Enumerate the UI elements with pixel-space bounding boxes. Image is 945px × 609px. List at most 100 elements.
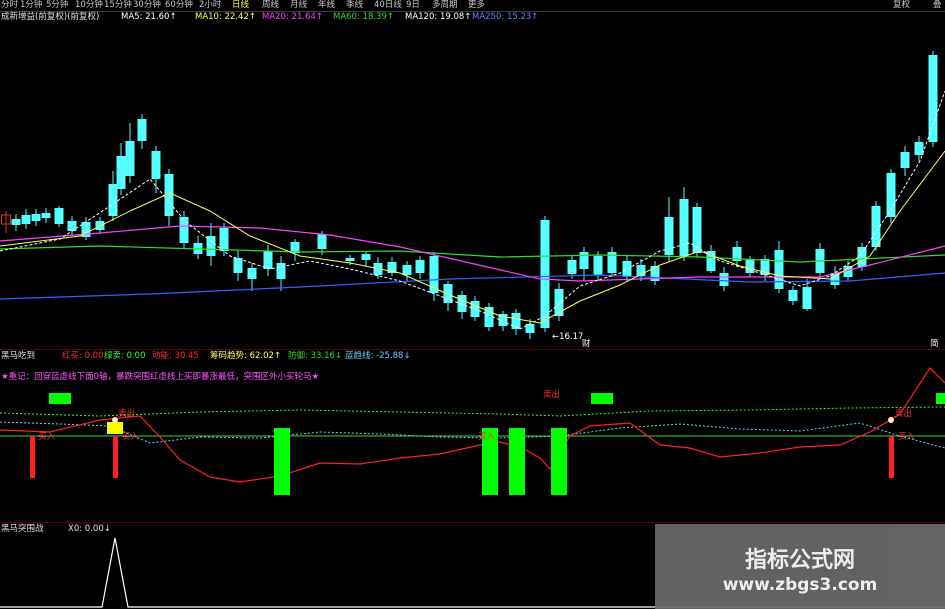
indicator-name: 黑马吃到 — [1, 351, 36, 361]
candle-body — [116, 156, 126, 189]
buy-tag: 买入 — [478, 432, 496, 442]
period-tab[interactable]: 更多 — [468, 0, 485, 11]
period-tab[interactable]: 30分钟 — [133, 0, 161, 11]
momentum-value: 动能: 30.45 — [152, 351, 199, 361]
candle-body — [802, 287, 812, 309]
candle-body — [125, 141, 135, 176]
buy-tag: 买入 — [38, 432, 56, 442]
red-buy-value: 红买: 0.00 — [62, 351, 104, 361]
indicator-panel[interactable]: 黑马吃到 红买: 0.00 绿卖: 0.00 动能: 30.45 筹码趋势: 6… — [0, 350, 945, 523]
period-tab[interactable]: 5分钟 — [46, 0, 68, 11]
candle-body — [415, 260, 425, 273]
defense-line — [0, 406, 945, 417]
candle-body — [11, 219, 21, 225]
blue-trend-line — [0, 421, 945, 449]
candle-body — [692, 207, 702, 253]
sell-signal-box — [591, 393, 613, 404]
period-tab[interactable]: 60分钟 — [165, 0, 193, 11]
restore-rights-button[interactable]: 复权 — [893, 0, 910, 11]
site-watermark: 指标公式网 www.zbgs3.com — [655, 524, 945, 609]
candle-body — [886, 173, 896, 217]
brief-tag: 简 — [930, 339, 939, 349]
candle-body — [788, 290, 798, 301]
indicator-note: ★重记：回穿蓝虚线下面0轴，暴跌突围红虚线上买即暴涨最低，突围区外小买轮马★ — [1, 372, 320, 382]
ma60-line — [0, 245, 945, 263]
period-tab[interactable]: 多周期 — [432, 0, 458, 11]
ma250-legend: MA250: 15.23↑ — [472, 12, 539, 22]
candle-body — [31, 214, 41, 221]
ma60-legend: MA60: 18.39↑ — [333, 12, 394, 22]
period-tab[interactable]: 分时 — [1, 0, 18, 11]
period-tab[interactable]: 日线 — [232, 0, 249, 11]
candle-body — [137, 119, 147, 141]
period-tab[interactable]: 周线 — [262, 0, 279, 11]
ma5-legend: MA5: 21.60↑ — [121, 12, 177, 22]
sell-signal-box — [936, 393, 945, 404]
period-tab[interactable]: 月线 — [290, 0, 307, 11]
candle-body — [21, 215, 31, 224]
period-tab[interactable]: 9日 — [406, 0, 420, 11]
candle-body — [745, 260, 755, 273]
candle-body — [402, 265, 412, 275]
candle-body — [914, 142, 924, 155]
period-tab[interactable]: 40日线 — [374, 0, 402, 11]
candle-body — [457, 295, 467, 312]
signal-dot — [888, 417, 894, 423]
candle-body — [179, 217, 189, 243]
candle-body — [247, 268, 257, 279]
candle-body — [233, 258, 243, 273]
sell-tag: 卖出 — [118, 409, 136, 419]
candle-body — [579, 252, 589, 269]
candle-body — [622, 261, 632, 277]
candle-body — [928, 55, 938, 142]
candlestick-panel[interactable]: 成新增益(前复权)(前复权) MA5: 21.60↑ MA10: 22.42↑ … — [0, 11, 945, 350]
period-tab[interactable]: 2小时 — [199, 0, 221, 11]
blue-line-value: 蓝趋线: -25.88↓ — [345, 351, 411, 361]
green-bar — [509, 428, 525, 495]
green-sell-value: 绿卖: 0.00 — [104, 351, 146, 361]
buy-tag: 买入 — [122, 432, 140, 442]
overlay-button[interactable]: 叠 — [933, 0, 942, 11]
candle-body — [108, 184, 118, 216]
candle-body — [361, 254, 371, 260]
sub-indicator-name: 黑马突围战 — [1, 524, 44, 534]
candle-body — [719, 273, 729, 286]
buy-tag: 买入 — [898, 432, 916, 442]
candle-body — [593, 256, 603, 275]
ma20-line — [0, 225, 945, 282]
candle-body — [774, 250, 784, 289]
watermark-url: www.zbgs3.com — [722, 575, 878, 595]
candle-body — [345, 258, 355, 261]
candle-body — [664, 217, 674, 255]
ma20-legend: MA20: 21.64↑ — [262, 12, 323, 22]
candle-body — [554, 289, 564, 316]
candle-body — [219, 228, 229, 251]
candle-body — [67, 221, 77, 231]
candle-body — [511, 313, 521, 329]
candle-body — [54, 208, 64, 224]
stock-title: 成新增益(前复权)(前复权) — [1, 12, 100, 22]
period-tab[interactable]: 10分钟 — [75, 0, 103, 11]
sub-indicator-value: X0: 0.00↓ — [68, 524, 111, 534]
candle-body — [525, 324, 535, 333]
period-tab[interactable]: 季线 — [346, 0, 363, 11]
candle-body — [276, 263, 286, 279]
sell-tag: 卖出 — [895, 409, 913, 419]
period-tab[interactable]: 年线 — [318, 0, 335, 11]
candle-body — [540, 220, 550, 328]
trend-value: 筹码趋势: 62.02↑ — [210, 351, 282, 361]
red-buy-bar — [30, 436, 35, 478]
green-bar — [551, 428, 567, 495]
period-tab[interactable]: 15分钟 — [104, 0, 132, 11]
sell-signal-box — [49, 393, 71, 404]
price-chart — [0, 51, 945, 339]
candle-body — [567, 260, 577, 274]
low-price-label: ←16.17 — [552, 332, 584, 342]
candle-body — [679, 199, 689, 256]
candle-body — [857, 247, 867, 267]
candle-body — [151, 151, 161, 179]
period-tab[interactable]: 1分钟 — [20, 0, 42, 11]
red-buy-bar — [889, 436, 894, 478]
green-bar — [274, 428, 290, 495]
defense-value: 防御: 33.16↓ — [288, 351, 343, 361]
